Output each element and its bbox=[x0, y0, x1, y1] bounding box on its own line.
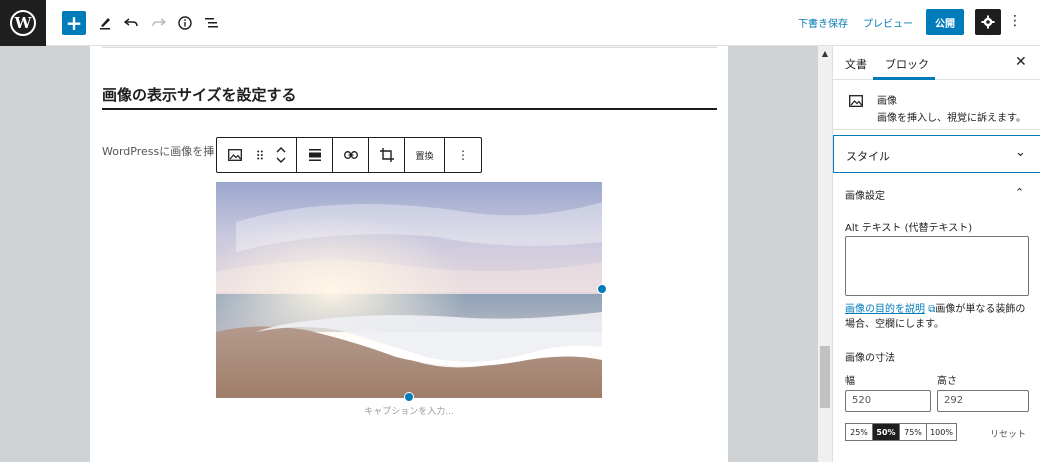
width-input[interactable]: 520 bbox=[845, 390, 931, 412]
heading-block[interactable]: 画像の表示サイズを設定する bbox=[102, 84, 297, 105]
height-label: 高さ bbox=[937, 376, 957, 387]
beach-image[interactable] bbox=[216, 182, 602, 398]
block-card: 画像 画像を挿入し、視覚に訴えます。 bbox=[833, 80, 1040, 130]
replace-button[interactable]: 置換 bbox=[405, 138, 444, 172]
tab-document[interactable]: 文書 bbox=[845, 56, 867, 72]
block-card-description: 画像を挿入し、視覚に訴えます。 bbox=[877, 113, 1026, 124]
chevron-down-icon: ⌄ bbox=[1015, 145, 1026, 160]
block-toolbar: 置換 ⋮ bbox=[216, 137, 482, 173]
resize-handle-bottom[interactable] bbox=[404, 392, 414, 402]
crop-icon[interactable] bbox=[369, 138, 404, 172]
block-more-options-icon[interactable]: ⋮ bbox=[445, 138, 481, 172]
size-preset-group: 25% 50% 75% 100% bbox=[845, 423, 957, 441]
publish-button[interactable]: 公開 bbox=[926, 9, 964, 35]
tab-block[interactable]: ブロック bbox=[885, 56, 929, 72]
close-icon[interactable]: ✕ bbox=[1015, 54, 1027, 70]
editor-page: 画像の表示サイズを設定する WordPressに画像を挿 置換 ⋮ キャプション… bbox=[90, 46, 728, 462]
image-dimensions-title: 画像の寸法 bbox=[845, 353, 895, 364]
resize-handle-right[interactable] bbox=[597, 284, 607, 294]
image-settings-title[interactable]: 画像設定 bbox=[845, 187, 885, 202]
width-label: 幅 bbox=[845, 376, 855, 387]
add-block-button[interactable]: + bbox=[62, 11, 86, 35]
chevron-up-icon[interactable]: ⌃ bbox=[1015, 186, 1024, 199]
canvas-scrollbar[interactable]: ▲ bbox=[818, 46, 832, 462]
align-center-icon[interactable] bbox=[297, 138, 332, 172]
editor-canvas: 画像の表示サイズを設定する WordPressに画像を挿 置換 ⋮ キャプション… bbox=[0, 46, 818, 462]
undo-icon[interactable] bbox=[122, 11, 140, 35]
styles-panel-toggle[interactable]: スタイル ⌄ bbox=[833, 135, 1040, 173]
wordpress-logo-icon[interactable]: W bbox=[0, 0, 46, 46]
redo-icon[interactable] bbox=[150, 11, 168, 35]
preset-25-button[interactable]: 25% bbox=[846, 424, 873, 440]
previous-block bbox=[102, 46, 717, 48]
info-icon[interactable] bbox=[176, 11, 194, 35]
alt-text-help-link[interactable]: 画像の目的を説明 bbox=[845, 304, 925, 315]
paragraph-block[interactable]: WordPressに画像を挿 bbox=[102, 143, 214, 159]
image-icon bbox=[849, 92, 863, 107]
preset-50-button[interactable]: 50% bbox=[873, 424, 900, 440]
link-icon[interactable] bbox=[333, 138, 368, 172]
preview-button[interactable]: プレビュー bbox=[863, 15, 913, 30]
settings-gear-icon[interactable] bbox=[975, 9, 1001, 35]
save-draft-button[interactable]: 下書き保存 bbox=[798, 15, 848, 30]
image-block-icon[interactable] bbox=[217, 138, 253, 172]
scrollbar-thumb[interactable] bbox=[820, 346, 830, 408]
alt-help-text-2: 場合、空欄にします。 bbox=[845, 319, 944, 330]
drag-handle-icon[interactable] bbox=[253, 138, 267, 172]
alt-text-help: 画像の目的を説明 ⧉画像が単なる装飾の 場合、空欄にします。 bbox=[845, 302, 1031, 332]
preset-100-button[interactable]: 100% bbox=[927, 424, 956, 440]
list-view-icon[interactable] bbox=[203, 11, 221, 35]
height-input[interactable]: 292 bbox=[937, 390, 1029, 412]
more-options-icon[interactable]: ⋮ bbox=[1008, 13, 1022, 29]
reset-button[interactable]: リセット bbox=[990, 427, 1026, 440]
block-card-title: 画像 bbox=[877, 96, 897, 107]
heading-underline bbox=[102, 108, 717, 110]
alt-help-text-1: 画像が単なる装飾の bbox=[935, 304, 1026, 315]
settings-sidebar: 文書 ブロック ✕ 画像 画像を挿入し、視覚に訴えます。 スタイル ⌄ 画像設定… bbox=[832, 46, 1040, 462]
sidebar-tabs: 文書 ブロック ✕ bbox=[833, 46, 1040, 80]
styles-panel-title: スタイル bbox=[846, 150, 890, 163]
editor-header: W + 下書き保存 プレビュー 公開 ⋮ bbox=[0, 0, 1040, 46]
alt-text-label: Alt テキスト (代替テキスト) bbox=[845, 223, 973, 234]
preset-75-button[interactable]: 75% bbox=[900, 424, 927, 440]
alt-text-input[interactable] bbox=[845, 236, 1029, 296]
move-up-down-icon[interactable] bbox=[267, 138, 295, 172]
edit-pencil-icon[interactable] bbox=[98, 11, 112, 35]
scroll-up-icon[interactable]: ▲ bbox=[818, 46, 832, 60]
caption-input[interactable]: キャプションを入力... bbox=[216, 404, 602, 417]
